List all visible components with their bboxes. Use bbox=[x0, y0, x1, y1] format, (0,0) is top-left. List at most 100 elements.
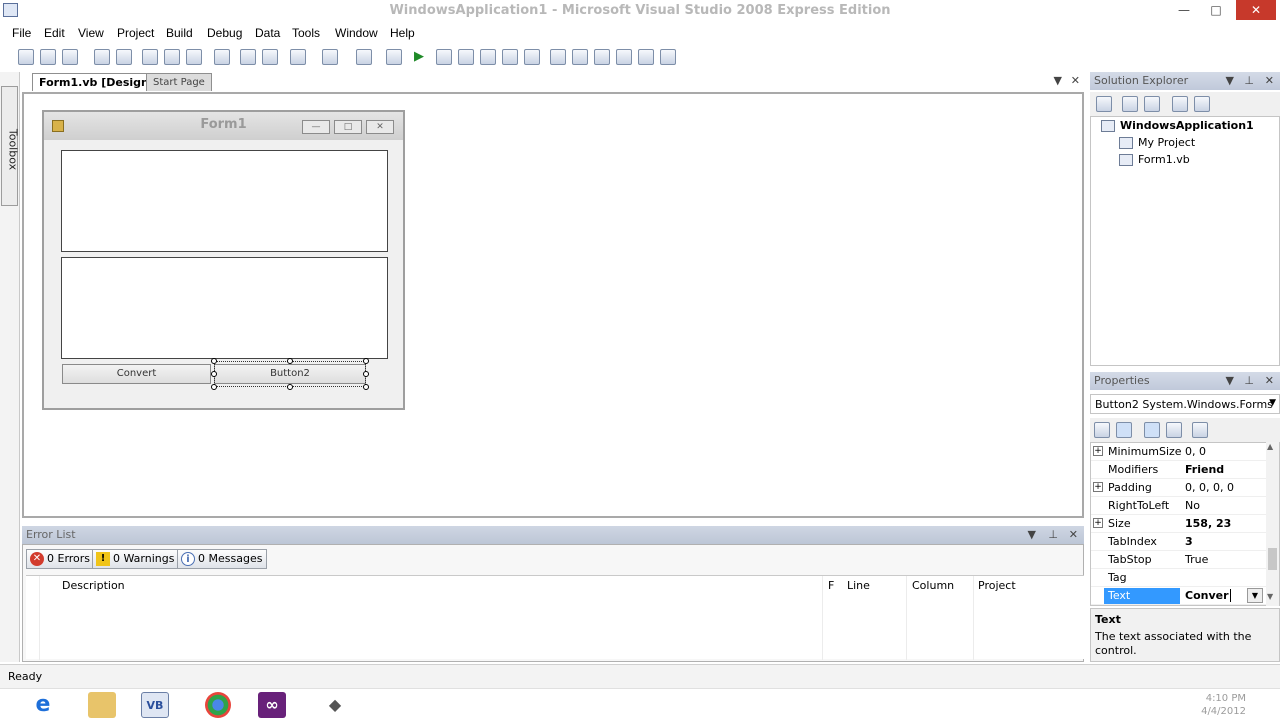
menu-edit[interactable]: Edit bbox=[44, 26, 65, 40]
resize-handle-n[interactable] bbox=[287, 358, 293, 364]
visual-studio-icon[interactable]: ∞ bbox=[258, 692, 286, 718]
system-clock[interactable]: 4:10 PM 4/4/2012 bbox=[1201, 692, 1246, 718]
property-row-selected[interactable]: Text Conver ▼ bbox=[1091, 587, 1267, 605]
view-code-icon[interactable] bbox=[1172, 96, 1188, 112]
view-designer-icon[interactable] bbox=[1194, 96, 1210, 112]
stop-debugging-icon[interactable] bbox=[458, 49, 474, 65]
property-row[interactable]: RightToLeft No bbox=[1091, 497, 1267, 515]
property-value[interactable]: Friend bbox=[1185, 463, 1224, 476]
save-all-icon[interactable] bbox=[116, 49, 132, 65]
error-list-pin-icon[interactable]: ⊥ bbox=[1048, 528, 1058, 541]
break-all-icon[interactable] bbox=[436, 49, 452, 65]
properties-dropdown-icon[interactable]: ▼ bbox=[1226, 374, 1234, 387]
step-into-icon[interactable] bbox=[480, 49, 496, 65]
find-icon[interactable] bbox=[214, 49, 230, 65]
step-over-icon[interactable] bbox=[502, 49, 518, 65]
properties-close-icon[interactable]: ✕ bbox=[1265, 374, 1274, 387]
show-all-files-icon[interactable] bbox=[1122, 96, 1138, 112]
object-selector[interactable]: Button2 System.Windows.Forms. ▼ bbox=[1090, 394, 1280, 414]
app-icon[interactable]: ◆ bbox=[321, 692, 349, 718]
property-row[interactable]: TabIndex 3 bbox=[1091, 533, 1267, 551]
resize-handle-s[interactable] bbox=[287, 384, 293, 390]
errors-filter-button[interactable]: ✕ 0 Errors bbox=[26, 549, 96, 569]
tree-node-form1[interactable]: Form1.vb bbox=[1138, 153, 1190, 166]
property-pages-icon[interactable] bbox=[1192, 422, 1208, 438]
menu-file[interactable]: File bbox=[12, 26, 31, 40]
start-debugging-icon[interactable]: ▶ bbox=[414, 49, 430, 65]
property-value[interactable]: 0, 0 bbox=[1185, 445, 1206, 458]
column-header-description[interactable]: Description bbox=[62, 579, 125, 592]
start-page-icon[interactable] bbox=[660, 49, 676, 65]
redo-icon[interactable] bbox=[322, 49, 338, 65]
tree-node-project[interactable]: WindowsApplication1 bbox=[1120, 119, 1254, 132]
property-value[interactable]: 158, 23 bbox=[1185, 517, 1231, 530]
column-header-column[interactable]: Column bbox=[912, 579, 954, 592]
chevron-down-icon[interactable]: ▼ bbox=[1269, 398, 1276, 408]
menu-help[interactable]: Help bbox=[390, 26, 415, 40]
convert-button[interactable]: Convert bbox=[62, 364, 211, 384]
ie-icon[interactable]: e bbox=[29, 692, 57, 718]
categorized-icon[interactable] bbox=[1094, 422, 1110, 438]
new-project-icon[interactable] bbox=[18, 49, 34, 65]
tab-close-icon[interactable]: ✕ bbox=[1071, 74, 1080, 87]
property-value-input[interactable]: Conver bbox=[1185, 589, 1231, 602]
properties-icon[interactable] bbox=[1096, 96, 1112, 112]
property-value[interactable]: 3 bbox=[1185, 535, 1193, 548]
object-browser-icon[interactable] bbox=[594, 49, 610, 65]
error-list-close-icon[interactable]: ✕ bbox=[1069, 528, 1078, 541]
tab-dropdown-icon[interactable]: ▼ bbox=[1054, 74, 1062, 87]
property-row[interactable]: Modifiers Friend bbox=[1091, 461, 1267, 479]
resize-handle-nw[interactable] bbox=[211, 358, 217, 364]
property-row[interactable]: + MinimumSize 0, 0 bbox=[1091, 443, 1267, 461]
expand-icon[interactable]: + bbox=[1093, 482, 1103, 492]
resize-handle-ne[interactable] bbox=[363, 358, 369, 364]
refresh-icon[interactable] bbox=[1144, 96, 1160, 112]
chrome-icon[interactable] bbox=[205, 692, 231, 718]
resize-handle-sw[interactable] bbox=[211, 384, 217, 390]
column-header-line[interactable]: Line bbox=[847, 579, 870, 592]
column-header-file[interactable]: F bbox=[828, 579, 834, 592]
property-grid-scrollbar[interactable]: ▲ ▼ bbox=[1266, 442, 1279, 606]
scroll-up-icon[interactable]: ▲ bbox=[1267, 442, 1273, 451]
form1-window[interactable]: Form1 — □ ✕ Convert Button2 bbox=[42, 110, 405, 410]
property-value[interactable]: True bbox=[1185, 553, 1208, 566]
property-row[interactable]: + Size 158, 23 bbox=[1091, 515, 1267, 533]
error-list-icon[interactable] bbox=[638, 49, 654, 65]
alphabetical-icon[interactable] bbox=[1116, 422, 1132, 438]
resize-handle-se[interactable] bbox=[363, 384, 369, 390]
menu-view[interactable]: View bbox=[78, 26, 104, 40]
property-value[interactable]: 0, 0, 0, 0 bbox=[1185, 481, 1234, 494]
solution-explorer-icon[interactable] bbox=[550, 49, 566, 65]
menu-debug[interactable]: Debug bbox=[207, 26, 242, 40]
toolbox-tab[interactable]: Toolbox bbox=[1, 86, 20, 206]
property-row[interactable]: + Padding 0, 0, 0, 0 bbox=[1091, 479, 1267, 497]
messages-filter-button[interactable]: i 0 Messages bbox=[177, 549, 268, 569]
solution-explorer-dropdown-icon[interactable]: ▼ bbox=[1226, 74, 1234, 87]
navigate-forward-icon[interactable] bbox=[386, 49, 402, 65]
file-explorer-icon[interactable] bbox=[88, 692, 116, 718]
property-row[interactable]: TabStop True bbox=[1091, 551, 1267, 569]
menu-tools[interactable]: Tools bbox=[292, 26, 320, 40]
expand-icon[interactable]: + bbox=[1093, 518, 1103, 528]
properties-view-icon[interactable] bbox=[1144, 422, 1160, 438]
tree-node-my-project[interactable]: My Project bbox=[1138, 136, 1195, 149]
scroll-down-icon[interactable]: ▼ bbox=[1267, 592, 1273, 601]
maximize-button[interactable]: □ bbox=[1202, 0, 1230, 20]
uncomment-icon[interactable] bbox=[262, 49, 278, 65]
solution-explorer-close-icon[interactable]: ✕ bbox=[1265, 74, 1274, 87]
resize-handle-e[interactable] bbox=[363, 371, 369, 377]
property-value[interactable]: No bbox=[1185, 499, 1200, 512]
value-dropdown-icon[interactable]: ▼ bbox=[1247, 588, 1263, 603]
open-file-icon[interactable] bbox=[40, 49, 56, 65]
vb-express-icon[interactable]: VB bbox=[141, 692, 169, 718]
solution-explorer-pin-icon[interactable]: ⊥ bbox=[1244, 74, 1254, 87]
textbox-1[interactable] bbox=[61, 150, 388, 252]
step-out-icon[interactable] bbox=[524, 49, 540, 65]
add-item-icon[interactable] bbox=[62, 49, 78, 65]
tab-start-page[interactable]: Start Page bbox=[146, 73, 212, 91]
toolbox-icon[interactable] bbox=[616, 49, 632, 65]
save-icon[interactable] bbox=[94, 49, 110, 65]
warnings-filter-button[interactable]: ! 0 Warnings bbox=[92, 549, 180, 569]
menu-window[interactable]: Window bbox=[335, 26, 378, 40]
menu-build[interactable]: Build bbox=[166, 26, 193, 40]
